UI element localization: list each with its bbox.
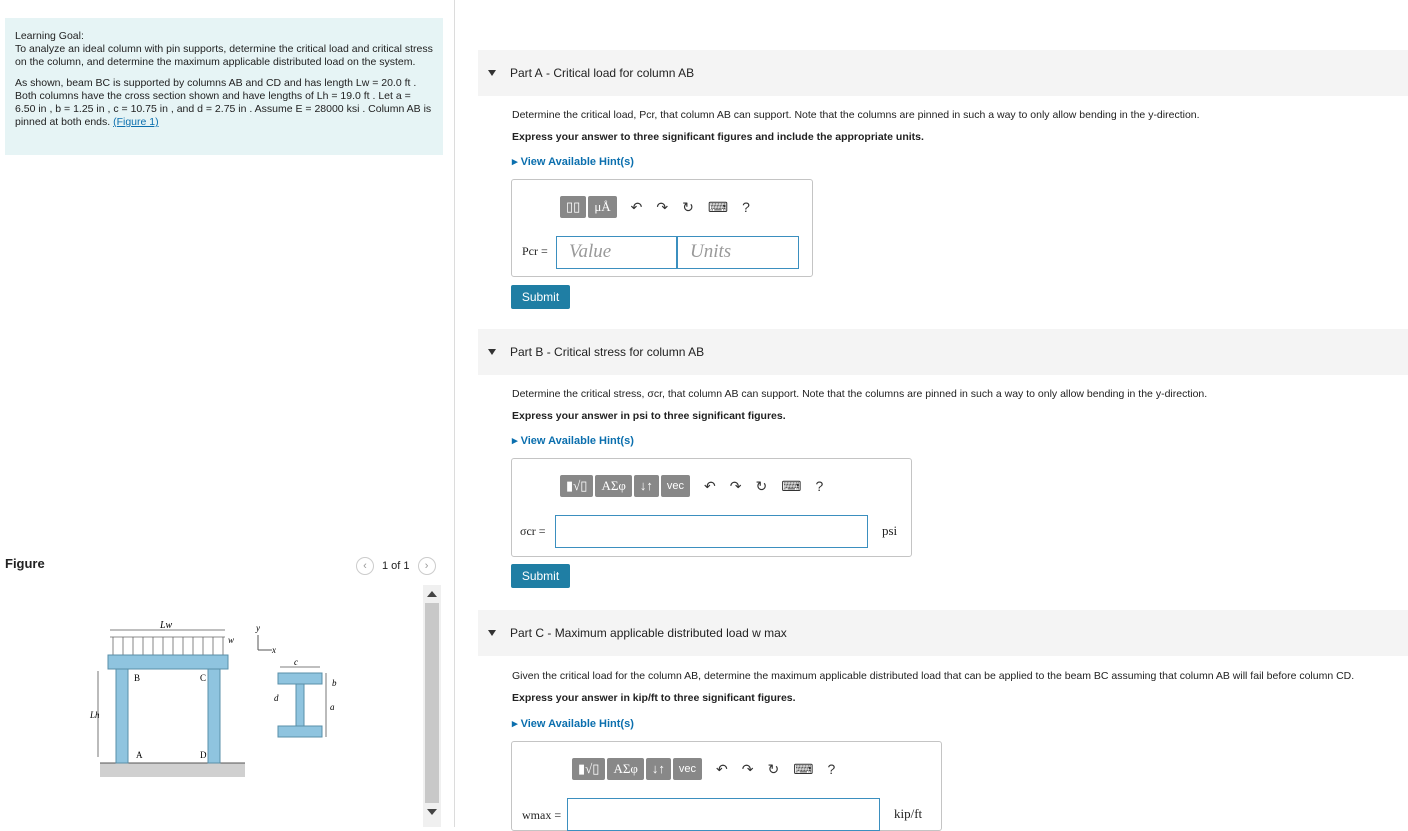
y-axis-label: y <box>255 623 260 633</box>
scroll-down-icon[interactable] <box>427 809 437 815</box>
vector-button[interactable]: vec <box>660 475 691 497</box>
part-b-label: Part B <box>510 345 544 359</box>
part-c-header[interactable]: Part C - Maximum applicable distributed … <box>478 610 1408 656</box>
template-button[interactable]: ▯▯ <box>560 196 587 218</box>
lw-label: Lw <box>159 620 173 631</box>
part-c-title: Maximum applicable distributed load w ma… <box>554 626 787 640</box>
goal-text: To analyze an ideal column with pin supp… <box>15 43 433 68</box>
a-dim-label: a <box>330 702 335 712</box>
w-label: w <box>228 635 234 645</box>
collapse-icon[interactable] <box>488 630 496 636</box>
part-c-instruction: Express your answer in kip/ft to three s… <box>512 692 796 704</box>
subscript-button[interactable]: ↓↑ <box>645 758 671 780</box>
part-a-label: Part A <box>510 66 543 80</box>
learning-goal-panel: Learning Goal: To analyze an ideal colum… <box>5 18 443 155</box>
part-b-instruction: Express your answer in psi to three sign… <box>512 410 786 422</box>
template-button[interactable]: ▮√▯ <box>560 475 594 497</box>
help-icon[interactable]: ? <box>742 199 750 215</box>
help-icon[interactable]: ? <box>827 761 835 777</box>
help-icon[interactable]: ? <box>815 478 823 494</box>
part-a-title: Critical load for column AB <box>553 66 695 80</box>
part-c-question: Given the critical load for the column A… <box>512 670 1355 682</box>
goal-heading: Learning Goal: <box>15 30 84 42</box>
d-point-label: D <box>200 750 207 760</box>
undo-icon[interactable]: ↶ <box>631 199 643 216</box>
part-a-question: Determine the critical load, Pcr, that c… <box>512 109 1200 121</box>
goal-details: As shown, beam BC is supported by column… <box>15 77 432 128</box>
part-a-submit-button[interactable]: Submit <box>511 285 570 309</box>
figure-page-count: 1 of 1 <box>382 560 410 572</box>
part-c-toolbar: ▮√▯ ΑΣφ ↓↑ vec ↶ ↷ ↻ ⌨ ? <box>572 758 835 780</box>
b-dim-label: b <box>332 678 337 688</box>
part-a-instruction: Express your answer to three significant… <box>512 131 924 143</box>
undo-icon[interactable]: ↶ <box>704 478 716 495</box>
c-dim-label: c <box>294 657 298 667</box>
part-b-title: Critical stress for column AB <box>554 345 705 359</box>
part-b-unit-label: psi <box>882 523 898 538</box>
part-c-answer-box: ▮√▯ ΑΣφ ↓↑ vec ↶ ↷ ↻ ⌨ ? wmax = kip/ft <box>511 741 942 831</box>
figure-scrollbar[interactable] <box>423 585 441 827</box>
part-b-header[interactable]: Part B - Critical stress for column AB <box>478 329 1408 375</box>
part-a-toolbar: ▯▯ μÅ ↶ ↷ ↻ ⌨ ? <box>560 196 750 218</box>
greek-button[interactable]: ΑΣφ <box>607 758 644 780</box>
lh-label: Lh <box>89 710 100 720</box>
next-figure-icon[interactable]: › <box>417 557 436 575</box>
part-a-header[interactable]: Part A - Critical load for column AB <box>478 50 1408 96</box>
template-button[interactable]: ▮√▯ <box>572 758 606 780</box>
part-c-answer-input[interactable] <box>567 798 880 831</box>
keyboard-icon[interactable]: ⌨ <box>793 761 813 778</box>
greek-button[interactable]: ΑΣφ <box>595 475 632 497</box>
part-b-answer-input[interactable] <box>555 515 868 548</box>
x-axis-label: x <box>271 645 276 655</box>
keyboard-icon[interactable]: ⌨ <box>708 199 728 216</box>
part-c-label: Part C <box>510 626 545 640</box>
figure-pager: ‹ 1 of 1 › <box>356 557 436 575</box>
part-c-hint-link[interactable]: View Available Hint(s) <box>512 717 634 730</box>
a-point-label: A <box>136 750 143 760</box>
part-b-var-label: σcr = <box>520 524 546 538</box>
b-point-label: B <box>134 673 140 683</box>
undo-icon[interactable]: ↶ <box>716 761 728 778</box>
reset-icon[interactable]: ↻ <box>682 199 694 216</box>
part-b-submit-button[interactable]: Submit <box>511 564 570 588</box>
redo-icon[interactable]: ↷ <box>656 199 668 216</box>
d-dim-label: d <box>274 693 279 703</box>
part-b-hint-link[interactable]: View Available Hint(s) <box>512 434 634 447</box>
units-button[interactable]: μÅ <box>588 196 617 218</box>
part-b-question: Determine the critical stress, σcr, that… <box>512 388 1208 400</box>
panel-divider <box>454 0 455 827</box>
figure-link[interactable]: (Figure 1) <box>113 116 159 128</box>
part-a-value-input[interactable]: Value <box>556 236 677 269</box>
scroll-thumb[interactable] <box>425 603 439 803</box>
redo-icon[interactable]: ↷ <box>742 761 754 778</box>
scroll-up-icon[interactable] <box>427 591 437 597</box>
figure-image: Lw w B C A D Lh y x c d b a <box>89 620 337 777</box>
reset-icon[interactable]: ↻ <box>768 761 780 778</box>
part-b-answer-box: ▮√▯ ΑΣφ ↓↑ vec ↶ ↷ ↻ ⌨ ? σcr = psi <box>511 458 912 557</box>
part-a-var-label: Pcr = <box>522 244 548 258</box>
collapse-icon[interactable] <box>488 70 496 76</box>
part-b-toolbar: ▮√▯ ΑΣφ ↓↑ vec ↶ ↷ ↻ ⌨ ? <box>560 475 823 497</box>
figure-title: Figure <box>5 556 45 571</box>
c-point-label: C <box>200 673 206 683</box>
redo-icon[interactable]: ↷ <box>730 478 742 495</box>
reset-icon[interactable]: ↻ <box>756 478 768 495</box>
keyboard-icon[interactable]: ⌨ <box>781 478 801 495</box>
prev-figure-icon[interactable]: ‹ <box>356 557 374 575</box>
subscript-button[interactable]: ↓↑ <box>633 475 659 497</box>
collapse-icon[interactable] <box>488 349 496 355</box>
part-a-answer-box: ▯▯ μÅ ↶ ↷ ↻ ⌨ ? Pcr = Value Units <box>511 179 813 277</box>
part-c-var-label: wmax = <box>522 808 562 822</box>
part-a-units-input[interactable]: Units <box>677 236 799 269</box>
vector-button[interactable]: vec <box>672 758 703 780</box>
part-a-hint-link[interactable]: View Available Hint(s) <box>512 155 634 168</box>
part-c-unit-label: kip/ft <box>894 806 923 821</box>
